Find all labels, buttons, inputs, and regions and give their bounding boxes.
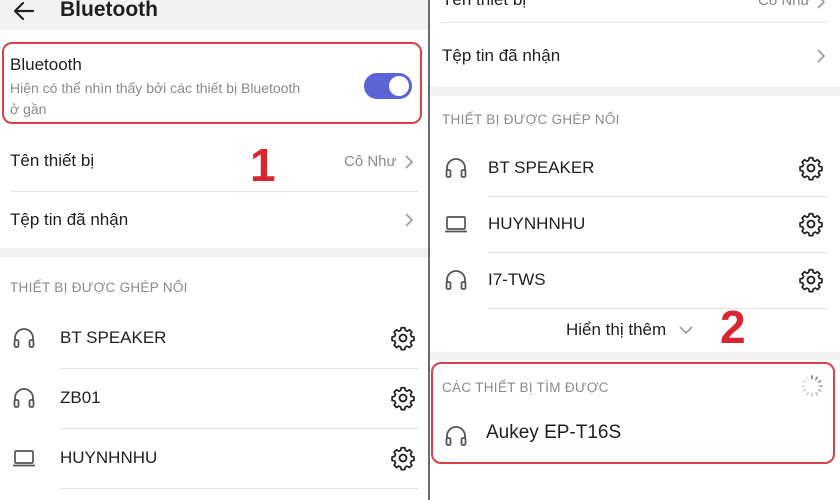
device-name-value-partial[interactable]: Cô Như bbox=[758, 0, 811, 9]
headphones-icon bbox=[13, 328, 35, 348]
show-more-button[interactable]: Hiển thị thêm bbox=[566, 320, 666, 340]
step-number-1: 1 bbox=[250, 139, 276, 191]
paired-devices-section-label: THIẾT BỊ ĐƯỢC GHÉP NỐI bbox=[10, 280, 188, 295]
section-gap bbox=[430, 352, 840, 360]
bluetooth-title: Bluetooth bbox=[10, 55, 82, 74]
gear-icon[interactable] bbox=[390, 385, 416, 411]
section-gap bbox=[0, 248, 428, 258]
bluetooth-toggle[interactable] bbox=[364, 73, 412, 99]
gear-icon[interactable] bbox=[798, 155, 824, 181]
paired-device-name[interactable]: BT SPEAKER bbox=[488, 158, 594, 178]
divider bbox=[442, 22, 828, 23]
headphones-icon bbox=[445, 426, 467, 446]
divider bbox=[60, 488, 418, 489]
divider bbox=[60, 428, 418, 429]
chevron-right-icon bbox=[405, 213, 414, 227]
step-number-2: 2 bbox=[720, 301, 746, 353]
subtitle-line-1: Hiện có thể nhìn thấy bởi các thiết bị B… bbox=[10, 80, 301, 96]
divider bbox=[10, 191, 418, 192]
right-screenshot-panel: Tên thiết bị Cô Như Tệp tin đã nhận THIẾ… bbox=[430, 0, 840, 500]
section-gap bbox=[430, 86, 840, 96]
received-files-label[interactable]: Tệp tin đã nhận bbox=[10, 210, 128, 230]
page-title: Bluetooth bbox=[60, 0, 158, 21]
device-name-value[interactable]: Cô Như bbox=[344, 153, 397, 170]
divider bbox=[488, 308, 828, 309]
paired-device-name[interactable]: I7-TWS bbox=[488, 270, 546, 290]
headphones-icon bbox=[445, 158, 467, 178]
back-arrow-icon[interactable] bbox=[12, 0, 36, 24]
laptop-icon bbox=[445, 216, 467, 233]
divider bbox=[488, 252, 828, 253]
loading-spinner-icon bbox=[801, 375, 823, 397]
gear-icon[interactable] bbox=[798, 211, 824, 237]
paired-device-name[interactable]: BT SPEAKER bbox=[60, 328, 166, 348]
laptop-icon bbox=[13, 450, 35, 467]
chevron-right-icon bbox=[817, 0, 826, 9]
chevron-right-icon bbox=[817, 49, 826, 63]
found-devices-highlight bbox=[431, 362, 835, 464]
gear-icon[interactable] bbox=[390, 445, 416, 471]
divider bbox=[60, 368, 418, 369]
paired-device-name[interactable]: ZB01 bbox=[60, 388, 101, 408]
headphones-icon bbox=[445, 270, 467, 290]
paired-devices-section-label: THIẾT BỊ ĐƯỢC GHÉP NỐI bbox=[442, 112, 620, 127]
divider bbox=[488, 196, 828, 197]
chevron-right-icon bbox=[405, 155, 414, 169]
headphones-icon bbox=[13, 388, 35, 408]
received-files-label[interactable]: Tệp tin đã nhận bbox=[442, 46, 560, 66]
found-device-name[interactable]: Aukey EP-T16S bbox=[486, 422, 621, 444]
paired-device-name[interactable]: HUYNHNHU bbox=[60, 448, 157, 468]
paired-device-name[interactable]: HUYNHNHU bbox=[488, 214, 585, 234]
gear-icon[interactable] bbox=[390, 325, 416, 351]
chevron-down-icon bbox=[679, 326, 693, 335]
subtitle-line-2: ở gần bbox=[10, 101, 47, 117]
left-screenshot-panel: Bluetooth Bluetooth Hiện có thể nhìn thấ… bbox=[0, 0, 428, 500]
gear-icon[interactable] bbox=[798, 267, 824, 293]
device-name-label-partial[interactable]: Tên thiết bị bbox=[442, 0, 526, 10]
app-header: Bluetooth bbox=[0, 0, 428, 30]
toggle-knob bbox=[389, 76, 409, 96]
device-name-label[interactable]: Tên thiết bị bbox=[10, 151, 94, 171]
bluetooth-visibility-subtitle: Hiện có thể nhìn thấy bởi các thiết bị B… bbox=[10, 78, 360, 120]
found-devices-section-label: CÁC THIẾT BỊ TÌM ĐƯỢC bbox=[442, 380, 609, 395]
